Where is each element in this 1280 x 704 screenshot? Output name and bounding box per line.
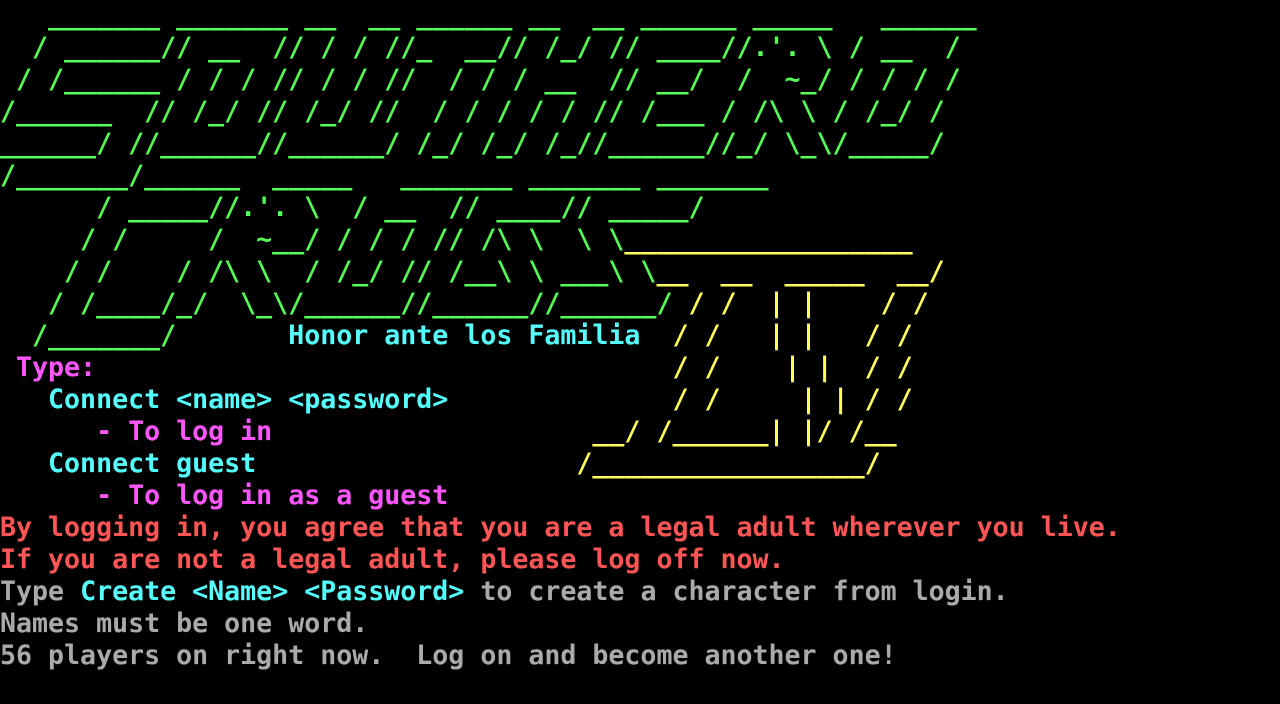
banner-line: /_______/ Honor ante los Familia / / | |… bbox=[0, 320, 913, 352]
mud-login-terminal[interactable]: _______ _______ __ __ ______ __ __ _____… bbox=[0, 0, 1280, 704]
notice-line: If you are not a legal adult, please log… bbox=[0, 544, 785, 576]
instruction-line-segment: / / | | / / bbox=[448, 384, 913, 415]
banner-line: /______ // /_/ // /_/ // / / / / / // /_… bbox=[0, 96, 945, 128]
instruction-line: - To log in __/ /______| |/ /__ bbox=[0, 416, 897, 448]
banner-line-segment: Honor ante los Familia bbox=[288, 320, 641, 351]
banner-line-segment: __ __ _____ __/ bbox=[656, 256, 945, 287]
banner-line: / / / /\ \ / /_/ // /__\ \ ___\ \__ __ _… bbox=[0, 256, 945, 288]
notice-line: Type Create <Name> <Password> to create … bbox=[0, 576, 1009, 608]
instruction-line: Type: / / | | / / bbox=[0, 352, 913, 384]
notice-line: By logging in, you agree that you are a … bbox=[0, 512, 1121, 544]
banner-line-segment: / /______ / / / // / / // / / / __ // __… bbox=[0, 64, 961, 95]
banner-line-segment: /______ // /_/ // /_/ // / / / / / // /_… bbox=[0, 96, 945, 127]
instruction-line-segment: Connect <name> <password> bbox=[0, 384, 449, 415]
instruction-line-segment: Type: bbox=[0, 352, 97, 383]
instruction-line-segment: __/ /______| |/ /__ bbox=[272, 416, 897, 447]
banner-line: / / / ~__/ / / / // /\ \ \ \____________… bbox=[0, 224, 913, 256]
banner-line-segment: ______/ //______//______/ /_/ /_/ /_//__… bbox=[0, 128, 945, 159]
instruction-line: Connect guest /_________________/ bbox=[0, 448, 881, 480]
banner-line: / _____//.'. \ / __ // ____// _____/ bbox=[0, 192, 704, 224]
banner-line: / ______// __ // / / //_ __// /_/ // ___… bbox=[0, 32, 961, 64]
notice-line-segment: to create a character from login. bbox=[464, 576, 1009, 607]
notice-line-segment: Create <Name> <Password> bbox=[80, 576, 465, 607]
banner-line-segment: / ______// __ // / / //_ __// /_/ // ___… bbox=[0, 32, 961, 63]
banner-line-segment: / / / ~__/ / / / // /\ \ \ \ bbox=[0, 224, 625, 255]
instruction-line-segment: - To log in as a guest bbox=[0, 480, 449, 511]
banner-line-segment: /_______/ bbox=[0, 320, 289, 351]
instruction-line-segment: Connect guest bbox=[0, 448, 257, 479]
instruction-line-segment: /_________________/ bbox=[256, 448, 881, 479]
banner-line-segment: / / / /\ \ / /_/ // /__\ \ ___\ \ bbox=[0, 256, 657, 287]
banner-line: /_______/______ _____ _______ _______ __… bbox=[0, 160, 769, 192]
banner-line: / /______ / / / // / / // / / / __ // __… bbox=[0, 64, 961, 96]
instruction-line: - To log in as a guest bbox=[0, 480, 448, 512]
banner-line-segment: __________________ bbox=[624, 224, 913, 255]
notice-line-segment: 56 players on right now. Log on and beco… bbox=[0, 640, 897, 671]
notice-line-segment: Type bbox=[0, 576, 81, 607]
banner-line: ______/ //______//______/ /_/ /_/ /_//__… bbox=[0, 128, 945, 160]
banner-line: _______ _______ __ __ ______ __ __ _____… bbox=[0, 0, 977, 32]
instruction-line-segment: / / | | / / bbox=[96, 352, 913, 383]
notice-line-segment: Names must be one word. bbox=[0, 608, 369, 639]
notice-line: 56 players on right now. Log on and beco… bbox=[0, 640, 897, 672]
banner-line-segment: / / | | / / bbox=[672, 288, 929, 319]
banner-line-segment: /_______/______ _____ _______ _______ __… bbox=[0, 160, 769, 191]
banner-line-segment: / /____/_/ \_\/______//______//______/ bbox=[0, 288, 673, 319]
banner-line-segment: / / | | / / bbox=[640, 320, 913, 351]
banner-line: / /____/_/ \_\/______//______//______/ /… bbox=[0, 288, 929, 320]
instruction-line-segment: - To log in bbox=[0, 416, 273, 447]
banner-line-segment: _______ _______ __ __ ______ __ __ _____… bbox=[0, 0, 977, 31]
instruction-line: Connect <name> <password> / / | | / / bbox=[0, 384, 913, 416]
notice-line-segment: If you are not a legal adult, please log… bbox=[0, 544, 785, 575]
notice-line: Names must be one word. bbox=[0, 608, 368, 640]
notice-line-segment: By logging in, you agree that you are a … bbox=[0, 512, 1121, 543]
banner-line-segment: / _____//.'. \ / __ // ____// _____/ bbox=[0, 192, 705, 223]
